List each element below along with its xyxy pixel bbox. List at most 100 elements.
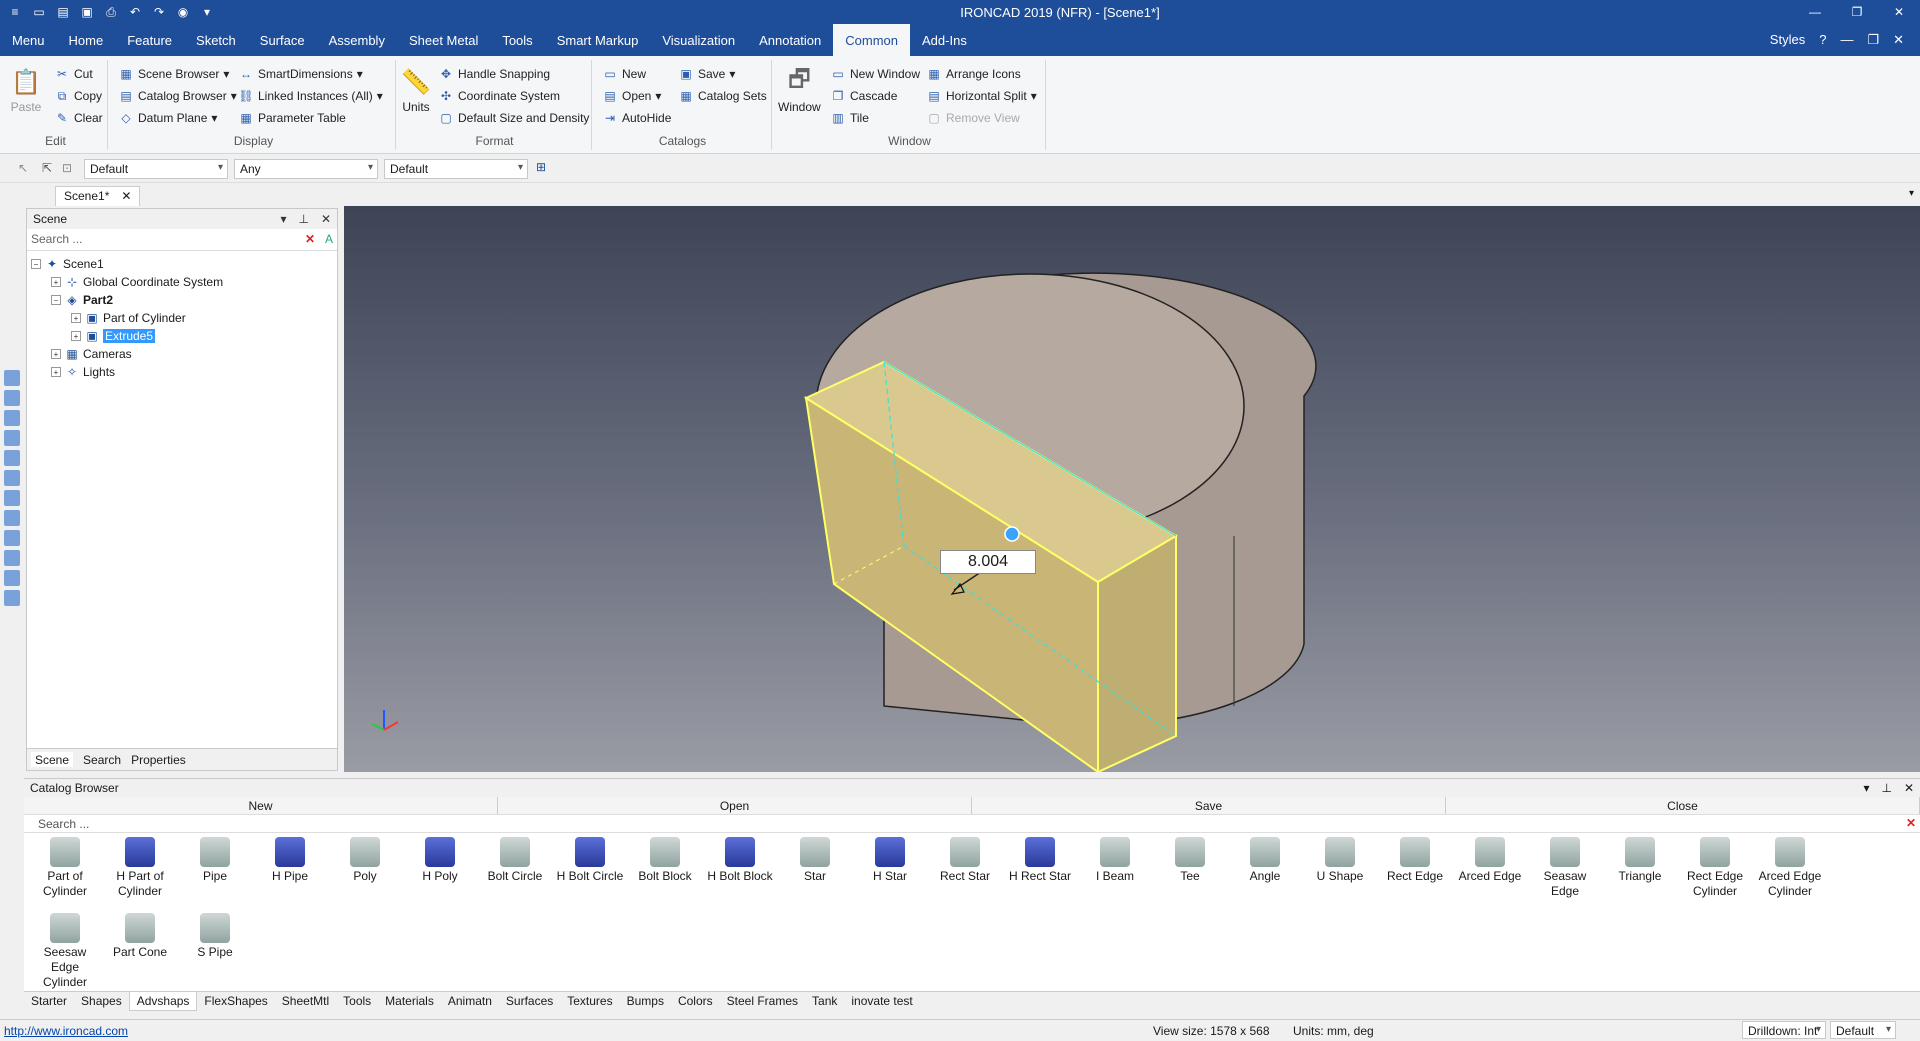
catalog-tab[interactable]: Advshaps [128,992,198,1011]
catalog-item[interactable]: H Rect Star [1003,833,1077,884]
ribbon-minimize-icon[interactable]: — [1840,32,1853,48]
cascade-button[interactable]: ❐ Cascade [830,88,898,104]
tile-button[interactable]: ▥ Tile [830,110,869,126]
expander-icon[interactable]: + [71,313,81,323]
ribbon-tab[interactable]: Smart Markup [545,24,651,56]
coordinate-system-button[interactable]: ✣ Coordinate System [438,88,560,104]
scene-panel-tab[interactable]: Properties [131,752,186,767]
paste-button[interactable]: 📋 Paste [10,66,42,115]
scene-search[interactable]: Search ... ✕ A [27,229,337,251]
ribbon-tab[interactable]: Home [57,24,116,56]
catalog-item[interactable]: Rect Edge [1378,833,1452,884]
clear-search-icon[interactable]: ✕ [305,232,315,246]
catalog-item[interactable]: Tee [1153,833,1227,884]
catalog-item[interactable]: Part of Cylinder [28,833,102,899]
tree-node[interactable]: + ▣ Extrude5 [31,327,337,345]
catalog-sets-button[interactable]: ▦ Catalog Sets [678,88,766,104]
horizontal-split-button[interactable]: ▤ Horizontal Split ▾ [926,88,1036,104]
ribbon-tab[interactable]: Annotation [747,24,833,56]
default-size-density-button[interactable]: ▢ Default Size and Density [438,110,589,126]
hierarchy-icon[interactable]: ⊞ [536,160,546,174]
catalog-pin-icon[interactable]: ⊥ [1881,781,1891,795]
catalog-tab[interactable]: FlexShapes [197,992,274,1011]
ribbon-tab[interactable]: Menu [0,24,57,56]
catalog-tab[interactable]: Animatn [441,992,499,1011]
copy-button[interactable]: ⧉ Copy [54,88,102,104]
minimize-icon[interactable]: — [1794,0,1836,24]
help-icon[interactable]: ? [1819,32,1826,48]
expander-icon[interactable]: + [51,277,61,287]
dimension-value-box[interactable]: 8.004 [940,550,1036,574]
datum-plane-button[interactable]: ◇ Datum Plane ▾ [118,110,217,126]
catalog-item[interactable]: U Shape [1303,833,1377,884]
catalog-item[interactable]: H Bolt Circle [553,833,627,884]
catalog-action-button[interactable]: Close [1446,797,1920,814]
catalog-item[interactable]: Rect Edge Cylinder [1678,833,1752,899]
doc-tab-scene1[interactable]: Scene1* ✕ [55,186,141,206]
catalog-tab[interactable]: Tank [805,992,844,1011]
catalog-item[interactable]: Star [778,833,852,884]
drag-handle[interactable] [1004,526,1020,542]
drilldown-combo[interactable]: Drilldown: Int [1742,1021,1826,1039]
catalog-item[interactable]: Arced Edge [1453,833,1527,884]
catalog-tab[interactable]: inovate test [844,992,919,1011]
catalog-item[interactable]: Bolt Circle [478,833,552,884]
catalog-item[interactable]: H Pipe [253,833,327,884]
doc-tab-close-icon[interactable]: ✕ [121,189,131,204]
ribbon-tab[interactable]: Feature [115,24,184,56]
doc-tabs-dropdown-icon[interactable]: ▾ [1909,188,1914,199]
catalog-tab[interactable]: Steel Frames [720,992,805,1011]
tree-node-label[interactable]: Part2 [83,293,113,307]
arrange-icons-button[interactable]: ▦ Arrange Icons [926,66,1020,82]
catalog-item[interactable]: H Poly [403,833,477,884]
catalog-search[interactable]: Search ... ✕ [24,815,1920,833]
catalog-clear-search-icon[interactable]: ✕ [1906,816,1916,830]
tool-strip-icon[interactable] [4,450,20,466]
tree-node[interactable]: + ✧ Lights [31,363,337,381]
catalog-item[interactable]: H Part of Cylinder [103,833,177,899]
tree-node[interactable]: + ▦ Cameras [31,345,337,363]
tree-node-label[interactable]: Extrude5 [103,329,156,343]
model-view[interactable] [344,206,1920,772]
new-window-button[interactable]: ▭ New Window [830,66,920,82]
ribbon-tab[interactable]: Tools [490,24,544,56]
catalog-tab[interactable]: Surfaces [499,992,560,1011]
units-button[interactable]: 📏 Units [400,66,432,115]
ribbon-tab[interactable]: Assembly [317,24,397,56]
catalog-item[interactable]: H Bolt Block [703,833,777,884]
styles-menu[interactable]: Styles [1770,32,1805,48]
catalog-item[interactable]: I Beam [1078,833,1152,884]
catalog-action-button[interactable]: Save [972,797,1446,814]
expander-icon[interactable]: + [51,349,61,359]
linked-instances-button[interactable]: ⛓ Linked Instances (All) ▾ [238,88,382,104]
scene-search-input[interactable]: Search ... [31,232,82,246]
catalog-item[interactable]: Rect Star [928,833,1002,884]
panel-close-icon[interactable]: ✕ [321,212,331,226]
style-combo[interactable]: Default [84,159,228,179]
catalog-item[interactable]: Triangle [1603,833,1677,884]
tool-strip-icon[interactable] [4,370,20,386]
ribbon-tab[interactable]: Surface [248,24,317,56]
3d-viewport[interactable]: 8.004 [344,206,1920,772]
catalog-action-button[interactable]: New [24,797,498,814]
catalog-item[interactable]: S Pipe [178,909,252,960]
selection-filter-combo[interactable]: Any [234,159,378,179]
tool-strip-icon[interactable] [4,390,20,406]
catalog-item[interactable]: Poly [328,833,402,884]
doc-close-icon[interactable]: ✕ [1893,32,1904,48]
parameter-table-button[interactable]: ▦ Parameter Table [238,110,346,126]
tool-strip-icon[interactable] [4,430,20,446]
catalog-item[interactable]: Pipe [178,833,252,884]
catalog-tab[interactable]: Tools [336,992,378,1011]
tool-strip-icon[interactable] [4,570,20,586]
expander-icon[interactable]: + [71,331,81,341]
ribbon-tab[interactable]: Sheet Metal [397,24,490,56]
tree-node[interactable]: − ◈ Part2 [31,291,337,309]
catalog-action-button[interactable]: Open [498,797,972,814]
autohide-button[interactable]: ⇥ AutoHide [602,110,671,126]
clear-button[interactable]: ✎ Clear [54,110,103,126]
search-filter-icon[interactable]: A [325,232,333,246]
ribbon-tab[interactable]: Common [833,24,911,56]
catalog-tab[interactable]: Shapes [74,992,129,1011]
catalog-item[interactable]: Part Cone [103,909,177,960]
